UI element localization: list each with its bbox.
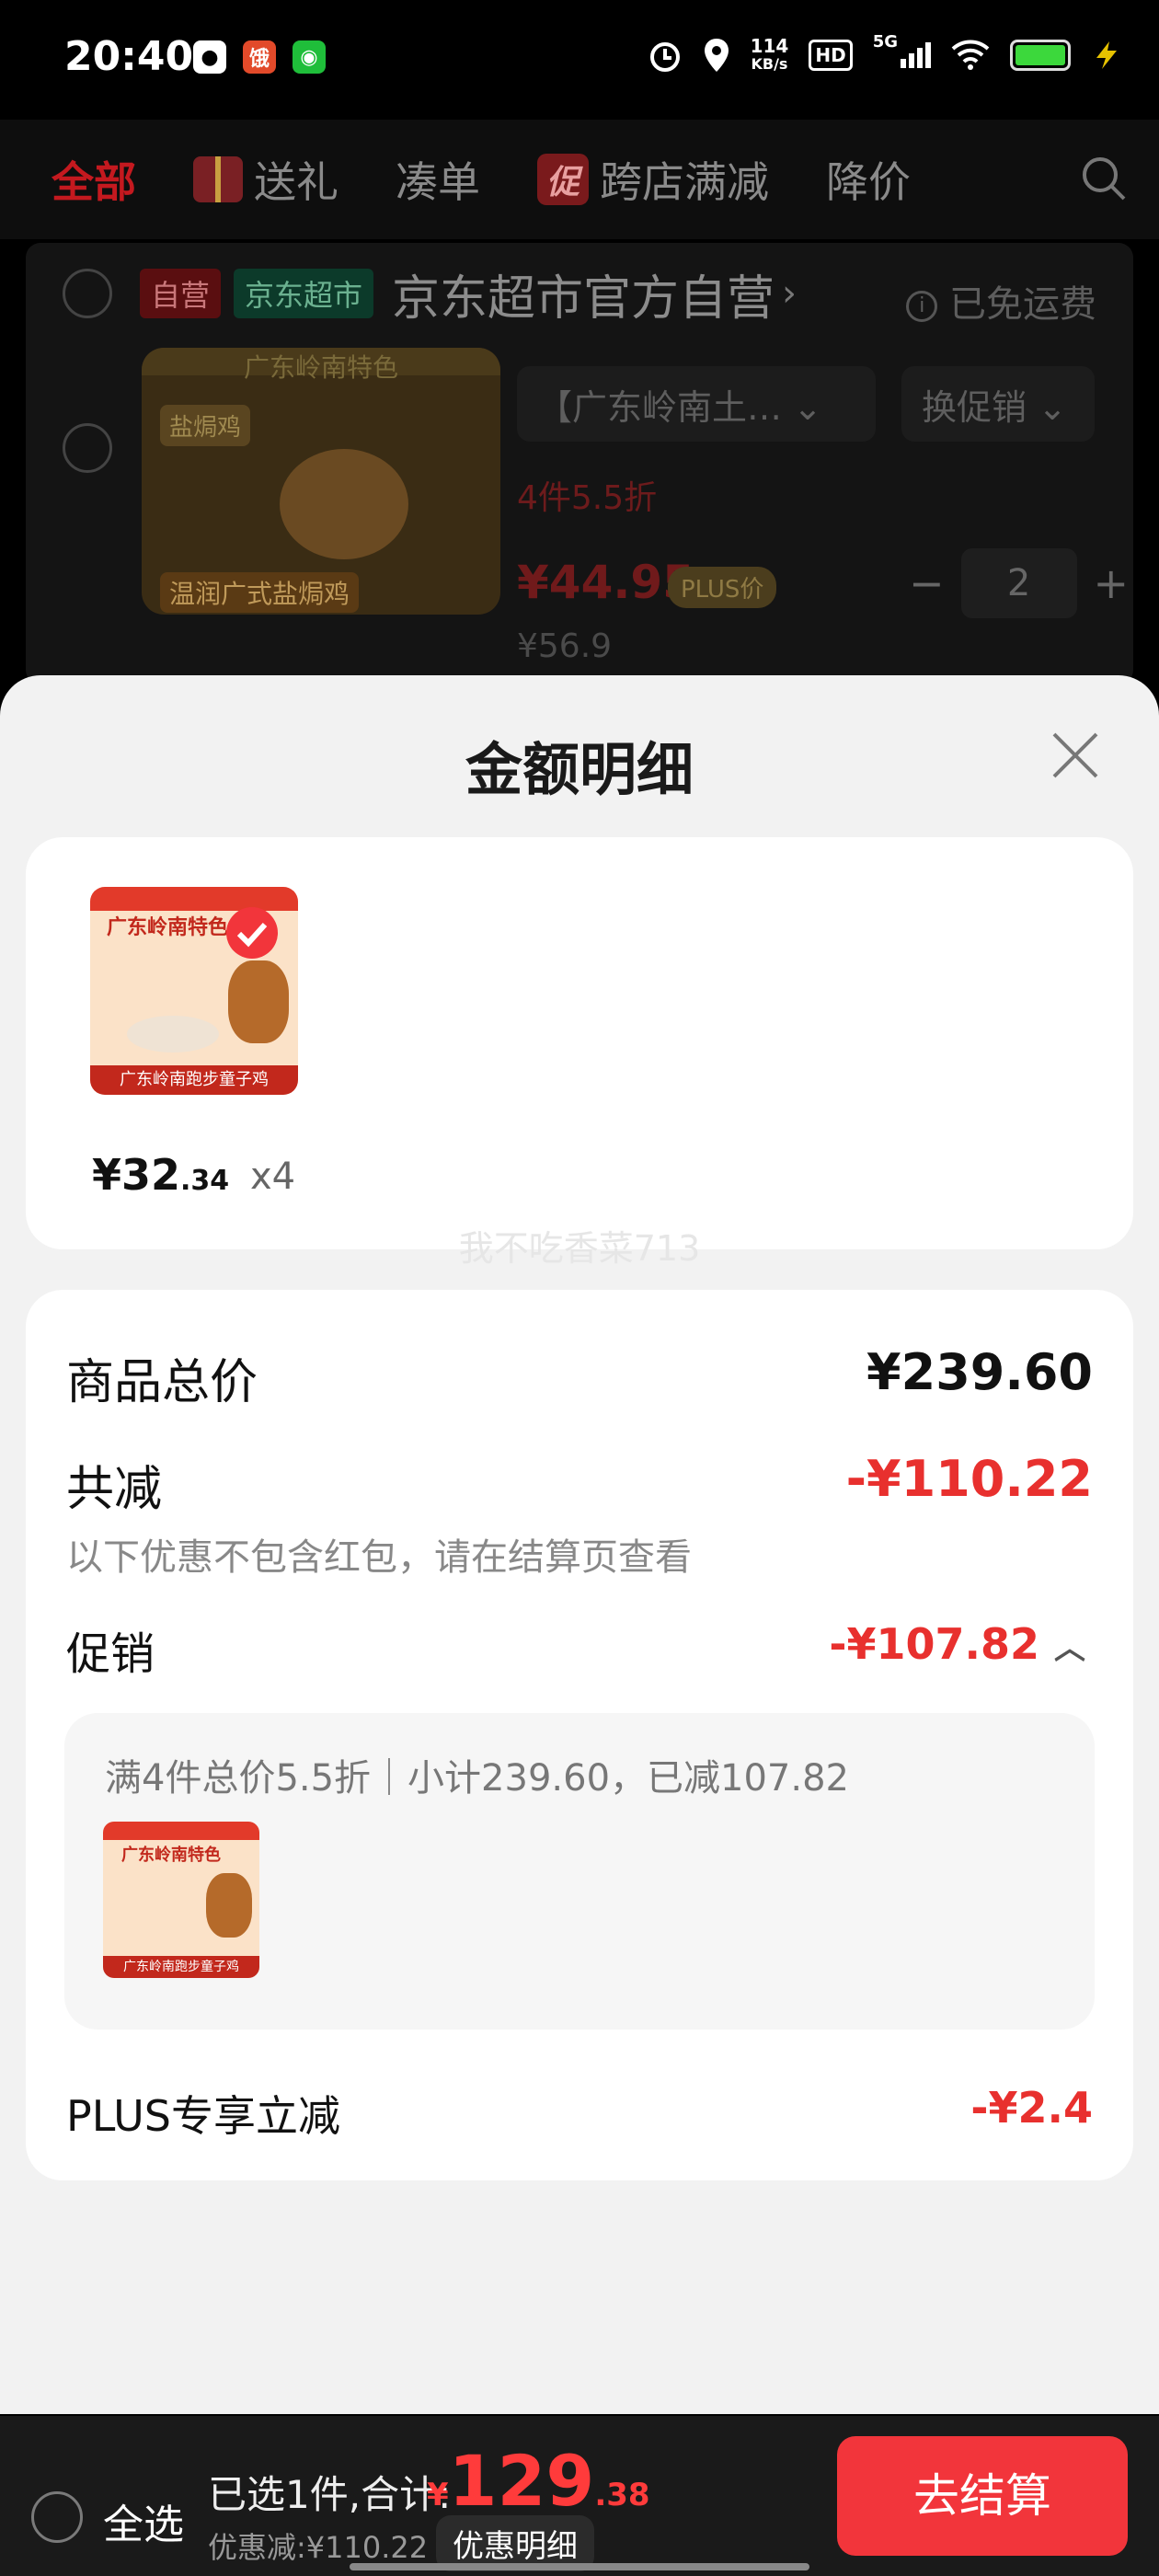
promo-toggle[interactable]: -¥107.82 ︿ [829, 1619, 1085, 1669]
item-select-radio[interactable] [63, 423, 112, 473]
promo-item-thumbnail[interactable]: 广东岭南特色 广东岭南跑步童子鸡 [103, 1822, 259, 1978]
charging-icon [1096, 41, 1117, 69]
system-icons: 114 KB/s HD 5G [648, 32, 1122, 74]
cart-filter-tabs: 全部 送礼 凑单 促跨店满减 降价 [0, 120, 1159, 239]
app-notification-icon: 饿 [243, 40, 276, 74]
notification-icons: ● 饿 ◉ [193, 40, 326, 74]
unit-price: ¥32.34 [92, 1150, 230, 1200]
check-icon [226, 907, 278, 959]
wechat-icon: ◉ [293, 40, 326, 74]
watermark: 我不吃香菜713 [458, 1228, 701, 1269]
promo-detail-box: 满4件总价5.5折｜小计239.60，已减107.82 广东岭南特色 广东岭南跑… [64, 1713, 1095, 2030]
sheet-title: 金额明细 [465, 736, 694, 803]
saved-amount: 优惠减:¥110.22 [208, 2530, 429, 2565]
store-name[interactable]: 京东超市官方自营 [392, 259, 775, 328]
plus-reduction-value: -¥2.4 [970, 2083, 1093, 2133]
info-icon: i [906, 291, 938, 322]
tab-all[interactable]: 全部 [52, 149, 136, 210]
tab-cross-store[interactable]: 促跨店满减 [537, 149, 769, 210]
wifi-icon [951, 40, 990, 70]
original-price: ¥56.9 [517, 627, 613, 665]
supermarket-tag: 京东超市 [234, 269, 374, 318]
reduction-label: 共减 [66, 1462, 163, 1517]
promo-badge: 促 [537, 154, 590, 205]
reduction-value: -¥110.22 [845, 1450, 1093, 1508]
gift-icon [193, 156, 243, 202]
quantity-input[interactable]: 2 [960, 548, 1077, 618]
hd-icon: HD [809, 40, 853, 71]
select-all-radio[interactable] [31, 2491, 83, 2543]
alarm-icon [649, 42, 680, 72]
unit-count: x4 [250, 1156, 296, 1198]
battery-icon [1010, 40, 1071, 71]
product-image[interactable]: 广东岭南特色 盐焗鸡 温润广式盐焗鸡 [142, 348, 500, 615]
location-icon [704, 39, 729, 72]
promo-label: 促销 [66, 1628, 155, 1680]
amount-detail-sheet: 金额明细 广东岭南特色 广东岭南跑步童子鸡 ¥32.34 x4 我不吃香菜713… [0, 675, 1159, 2414]
total-price: ¥129.38 [427, 2440, 650, 2522]
chat-bubble-icon: ● [193, 40, 226, 74]
network-speed: 114 KB/s [750, 35, 789, 73]
home-indicator[interactable] [350, 2563, 809, 2570]
item-thumbnail[interactable]: 广东岭南特色 广东岭南跑步童子鸡 [90, 887, 298, 1095]
tab-add-on[interactable]: 凑单 [396, 149, 480, 210]
close-icon[interactable] [1049, 729, 1102, 782]
tab-price-drop[interactable]: 降价 [826, 149, 911, 210]
search-icon[interactable] [1080, 155, 1128, 202]
minus-icon[interactable]: − [909, 558, 945, 608]
change-promo-button[interactable]: 换促销 ⌄ [901, 366, 1095, 442]
plus-reduction-label: PLUS专享立减 [66, 2091, 340, 2141]
chevron-right-icon: › [782, 272, 798, 315]
status-bar: 20:40 ● 饿 ◉ 114 KB/s HD 5G [0, 0, 1159, 120]
price-breakdown-card: 商品总价 ¥239.60 共减 -¥110.22 以下优惠不包含红包，请在结算页… [26, 1290, 1133, 2180]
plus-icon[interactable]: + [1094, 558, 1130, 608]
items-card: 广东岭南特色 广东岭南跑步童子鸡 ¥32.34 x4 [26, 837, 1133, 1249]
plus-price-badge: PLUS价 [668, 567, 777, 608]
reduction-note: 以下优惠不包含红包，请在结算页查看 [66, 1536, 692, 1579]
store-select-radio[interactable] [63, 269, 112, 318]
chevron-up-icon: ︿ [1054, 1630, 1085, 1667]
checkout-button[interactable]: 去结算 [837, 2436, 1128, 2556]
discount-text: 4件5.5折 [517, 479, 658, 517]
status-time: 20:40 [64, 33, 194, 80]
free-shipping: i 已免运费 [906, 274, 1096, 328]
tab-gift[interactable]: 送礼 [193, 149, 339, 210]
goods-total-value: ¥239.60 [866, 1343, 1093, 1401]
cart-store-card: 自营 京东超市 京东超市官方自营 › i 已免运费 广东岭南特色 盐焗鸡 温润广… [26, 243, 1133, 684]
checkout-bar: 全选 已选1件,合计: ¥129.38 优惠减:¥110.22 优惠明细 去结算 [0, 2416, 1159, 2576]
self-operated-tag: 自营 [140, 269, 222, 318]
select-all-label[interactable]: 全选 [103, 2491, 184, 2550]
goods-total-label: 商品总价 [66, 1355, 258, 1410]
promo-select[interactable]: 【广东岭南土… ⌄ [517, 366, 876, 442]
promo-detail-text: 满4件总价5.5折｜小计239.60，已减107.82 [105, 1757, 849, 1800]
quantity-stepper: − 2 + [909, 548, 1129, 618]
signal-icon: 5G [873, 32, 931, 68]
selected-summary: 已选1件,合计: [208, 2472, 452, 2517]
